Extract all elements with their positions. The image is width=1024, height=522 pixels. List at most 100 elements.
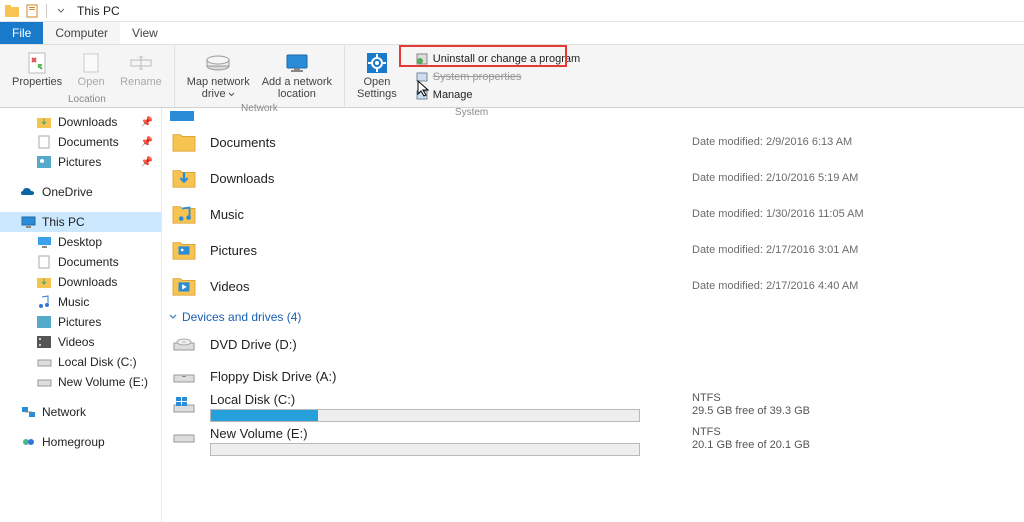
nav-label: Network	[42, 405, 86, 419]
drive-icon	[170, 335, 198, 353]
nav-pictures[interactable]: Pictures 📌	[0, 152, 161, 172]
devices-label: Devices and drives (4)	[182, 310, 301, 324]
item-name: Videos	[210, 279, 680, 294]
nav-localdisk[interactable]: Local Disk (C:)	[0, 352, 161, 372]
nav-label: OneDrive	[42, 185, 93, 199]
item-date: Date modified: 2/17/2016 3:01 AM	[692, 244, 858, 256]
open-icon	[82, 50, 100, 76]
nav-label: Documents	[58, 255, 119, 269]
nav-documents[interactable]: Documents 📌	[0, 132, 161, 152]
map-network-drive-button[interactable]: Map network drive	[181, 48, 256, 102]
nav-onedrive[interactable]: OneDrive	[0, 182, 161, 202]
list-item[interactable]: MusicDate modified: 1/30/2016 11:05 AM	[170, 196, 1012, 232]
tab-file[interactable]: File	[0, 22, 43, 44]
nav-videos[interactable]: Videos	[0, 332, 161, 352]
title-bar: This PC	[0, 0, 1024, 22]
sysprops-label: System properties	[433, 71, 522, 83]
map-drive-l1: Map network	[187, 76, 250, 88]
storage-bar	[210, 443, 640, 456]
nav-label: Local Disk (C:)	[58, 355, 137, 369]
manage-button[interactable]: Manage	[409, 87, 586, 103]
pictures-icon	[36, 155, 52, 169]
nav-downloads2[interactable]: Downloads	[0, 272, 161, 292]
item-name: Local Disk (C:)	[210, 392, 680, 407]
open-label: Open	[78, 76, 105, 88]
videos-icon	[36, 335, 52, 349]
qat-divider	[46, 4, 47, 18]
ribbon-group-location: Properties Open Rename Location	[0, 45, 175, 107]
documents-icon	[36, 255, 52, 269]
add-network-location-button[interactable]: Add a network location	[256, 48, 338, 102]
manage-label: Manage	[433, 89, 473, 101]
nav-label: Downloads	[58, 275, 117, 289]
thispc-icon	[20, 215, 36, 229]
list-item[interactable]: Floppy Disk Drive (A:)	[170, 360, 1012, 392]
nav-label: Downloads	[58, 115, 117, 129]
system-properties-button[interactable]: System properties	[409, 69, 586, 85]
list-item[interactable]: Videos Date modified: 2/17/2016 4:40 AM	[170, 268, 1012, 304]
group-label-location: Location	[0, 93, 174, 107]
open-button[interactable]: Open	[68, 48, 114, 90]
qat-dropdown-icon[interactable]	[53, 3, 69, 19]
list-item[interactable]: DocumentsDate modified: 2/9/2016 6:13 AM	[170, 124, 1012, 160]
nav-label: New Volume (E:)	[58, 375, 148, 389]
nav-label: Homegroup	[42, 435, 105, 449]
list-item[interactable]: New Volume (E:)NTFS20.1 GB free of 20.1 …	[170, 426, 1012, 456]
tab-view[interactable]: View	[120, 22, 170, 44]
explorer-app-icon	[4, 3, 20, 19]
open-settings-button[interactable]: Open Settings	[351, 48, 403, 106]
navigation-pane: Downloads 📌 Documents 📌 Pictures 📌 OneDr…	[0, 108, 162, 522]
devices-group-header[interactable]: Devices and drives (4)	[168, 310, 1012, 324]
properties-button[interactable]: Properties	[6, 48, 68, 90]
chevron-down-icon	[168, 312, 178, 322]
nav-documents2[interactable]: Documents	[0, 252, 161, 272]
quick-access-toolbar	[4, 3, 69, 19]
drive-icon	[170, 367, 198, 385]
group-label-network: Network	[175, 102, 344, 116]
folder-icon	[170, 164, 198, 192]
music-icon	[36, 295, 52, 309]
item-name: Floppy Disk Drive (A:)	[210, 369, 680, 384]
nav-homegroup[interactable]: Homegroup	[0, 432, 161, 452]
pictures-icon	[36, 315, 52, 329]
list-item[interactable]: PicturesDate modified: 2/17/2016 3:01 AM	[170, 232, 1012, 268]
uninstall-label: Uninstall or change a program	[433, 53, 580, 65]
pin-icon: 📌	[141, 117, 153, 128]
add-loc-l2: location	[278, 88, 316, 100]
uninstall-icon	[415, 52, 429, 66]
ribbon: Properties Open Rename Location	[0, 44, 1024, 108]
nav-pictures2[interactable]: Pictures	[0, 312, 161, 332]
uninstall-program-button[interactable]: Uninstall or change a program	[409, 51, 586, 67]
nav-music[interactable]: Music	[0, 292, 161, 312]
nav-thispc[interactable]: This PC	[0, 212, 161, 232]
list-item[interactable]: DownloadsDate modified: 2/10/2016 5:19 A…	[170, 160, 1012, 196]
item-name: Documents	[210, 135, 680, 150]
nav-newvolume[interactable]: New Volume (E:)	[0, 372, 161, 392]
folder-icon	[170, 236, 198, 264]
nav-label: This PC	[42, 215, 85, 229]
ribbon-tabstrip: File Computer View	[0, 22, 1024, 44]
nav-label: Music	[58, 295, 89, 309]
list-item[interactable]: DVD Drive (D:)	[170, 328, 1012, 360]
tab-computer[interactable]: Computer	[43, 22, 120, 44]
downloads-icon	[36, 275, 52, 289]
item-date: Date modified: 1/30/2016 11:05 AM	[692, 208, 864, 220]
item-date: Date modified: 2/17/2016 4:40 AM	[692, 280, 858, 292]
list-item[interactable]: Local Disk (C:)NTFS29.5 GB free of 39.3 …	[170, 392, 1012, 422]
window-title: This PC	[77, 4, 120, 18]
onedrive-icon	[20, 185, 36, 199]
folder-icon	[170, 200, 198, 228]
manage-icon	[415, 88, 429, 102]
rename-button[interactable]: Rename	[114, 48, 168, 90]
gear-icon	[365, 50, 389, 76]
nav-label: Desktop	[58, 235, 102, 249]
ribbon-group-system: Open Settings Uninstall or change a prog…	[345, 45, 598, 107]
nav-label: Pictures	[58, 315, 101, 329]
qat-properties-icon[interactable]	[24, 3, 40, 19]
nav-network[interactable]: Network	[0, 402, 161, 422]
pin-icon: 📌	[141, 157, 153, 168]
nav-downloads[interactable]: Downloads 📌	[0, 112, 161, 132]
nav-label: Pictures	[58, 155, 101, 169]
nav-desktop[interactable]: Desktop	[0, 232, 161, 252]
drive-icon	[170, 392, 198, 415]
